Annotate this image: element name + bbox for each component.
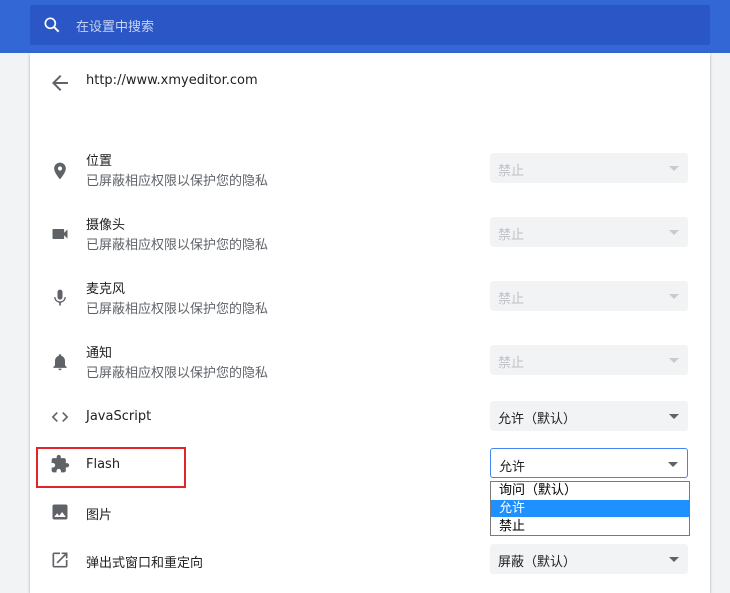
image-icon bbox=[52, 504, 68, 520]
permission-name: 图片 bbox=[86, 508, 113, 523]
dropdown-option-ask[interactable]: 询问（默认） bbox=[491, 482, 689, 499]
select-value: 屏蔽（默认） bbox=[498, 555, 577, 570]
dropdown-arrow-icon bbox=[669, 358, 679, 363]
flash-select[interactable]: 允许 bbox=[490, 448, 688, 478]
select-value: 禁止 bbox=[498, 292, 525, 307]
permission-row-popups: 弹出式窗口和重定向 屏蔽（默认） bbox=[30, 544, 710, 576]
popups-select[interactable]: 屏蔽（默认） bbox=[490, 544, 688, 574]
popup-icon bbox=[52, 552, 68, 568]
flash-highlight-box bbox=[36, 447, 186, 488]
dropdown-arrow-icon bbox=[669, 414, 679, 419]
location-select: 禁止 bbox=[490, 153, 688, 183]
dropdown-option-allow[interactable]: 允许 bbox=[491, 500, 689, 517]
site-settings-card: http://www.xmyeditor.com 位置 已屏蔽相应权限以保护您的… bbox=[30, 53, 710, 593]
dropdown-option-block[interactable]: 禁止 bbox=[491, 518, 689, 535]
permission-description: 已屏蔽相应权限以保护您的隐私 bbox=[86, 238, 269, 253]
select-value: 允许（默认） bbox=[498, 412, 577, 427]
camera-select: 禁止 bbox=[490, 217, 688, 247]
permission-name: 通知 bbox=[86, 346, 113, 361]
permission-name: 摄像头 bbox=[86, 218, 126, 233]
bell-icon bbox=[53, 354, 67, 371]
top-bar: 在设置中搜索 bbox=[0, 0, 730, 53]
search-placeholder[interactable]: 在设置中搜索 bbox=[76, 16, 154, 35]
permission-row-notifications: 通知 已屏蔽相应权限以保护您的隐私 禁止 bbox=[30, 340, 710, 385]
permission-name: 位置 bbox=[86, 154, 113, 169]
permission-name: 麦克风 bbox=[86, 282, 126, 297]
permission-name: 弹出式窗口和重定向 bbox=[86, 556, 204, 571]
permission-description: 已屏蔽相应权限以保护您的隐私 bbox=[86, 366, 269, 381]
search-icon bbox=[44, 17, 60, 33]
permission-name: JavaScript bbox=[86, 409, 152, 424]
camera-icon bbox=[52, 229, 68, 239]
code-icon bbox=[51, 412, 69, 422]
site-url: http://www.xmyeditor.com bbox=[86, 73, 258, 88]
permission-row-camera: 摄像头 已屏蔽相应权限以保护您的隐私 禁止 bbox=[30, 212, 710, 257]
permission-description: 已屏蔽相应权限以保护您的隐私 bbox=[86, 302, 269, 317]
flash-dropdown-list: 询问（默认） 允许 禁止 bbox=[490, 481, 690, 536]
dropdown-arrow-icon bbox=[669, 166, 679, 171]
dropdown-arrow-icon bbox=[669, 557, 679, 562]
permission-row-javascript: JavaScript 允许（默认） bbox=[30, 401, 710, 433]
dropdown-arrow-icon bbox=[669, 230, 679, 235]
select-value: 禁止 bbox=[498, 228, 525, 243]
dropdown-arrow-icon bbox=[668, 462, 678, 467]
javascript-select[interactable]: 允许（默认） bbox=[490, 401, 688, 431]
arrow-back-icon[interactable] bbox=[48, 71, 72, 95]
search-box[interactable]: 在设置中搜索 bbox=[30, 5, 710, 45]
notifications-select: 禁止 bbox=[490, 345, 688, 375]
dropdown-arrow-icon bbox=[669, 294, 679, 299]
select-value: 允许 bbox=[499, 460, 526, 475]
microphone-icon bbox=[54, 289, 66, 306]
select-value: 禁止 bbox=[498, 356, 525, 371]
microphone-select: 禁止 bbox=[490, 281, 688, 311]
permission-row-microphone: 麦克风 已屏蔽相应权限以保护您的隐私 禁止 bbox=[30, 276, 710, 321]
permission-description: 已屏蔽相应权限以保护您的隐私 bbox=[86, 174, 269, 189]
select-value: 禁止 bbox=[498, 164, 525, 179]
location-pin-icon bbox=[54, 162, 66, 180]
permission-row-location: 位置 已屏蔽相应权限以保护您的隐私 禁止 bbox=[30, 148, 710, 193]
